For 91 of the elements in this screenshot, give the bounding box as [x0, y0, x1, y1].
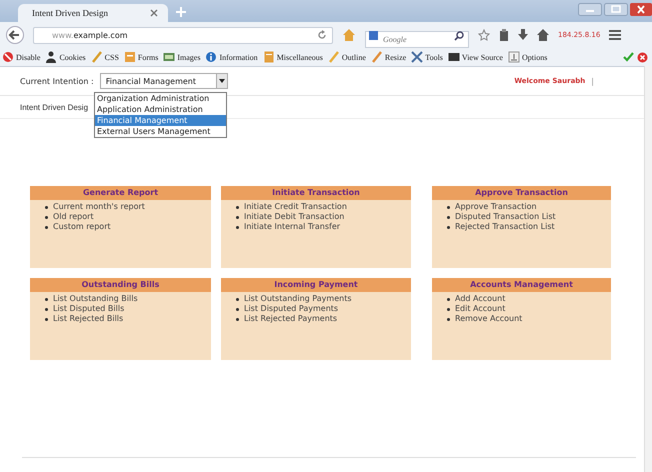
bullet-icon — [447, 318, 450, 320]
breadcrumb: Intent Driven Desig — [20, 102, 88, 112]
close-icon[interactable] — [630, 3, 652, 16]
pencil-icon — [370, 51, 383, 63]
close-icon[interactable] — [150, 9, 158, 17]
card-link[interactable]: List Rejected Payments — [244, 314, 338, 324]
toolbar-menu[interactable]: CSS — [90, 51, 119, 63]
bullet-icon — [236, 298, 239, 300]
pencil-icon — [328, 51, 340, 63]
card-title: Accounts Management — [432, 278, 611, 292]
card-link[interactable]: Add Account — [455, 294, 506, 304]
card-link[interactable]: Initiate Debit Transaction — [244, 212, 344, 222]
dropdown-option[interactable]: Financial Management — [95, 115, 226, 126]
dropdown-option[interactable]: External Users Management — [95, 126, 226, 137]
separator: | — [591, 76, 594, 86]
bullet-icon — [45, 318, 48, 320]
bullet-icon — [45, 308, 48, 310]
card-link[interactable]: Rejected Transaction List — [455, 222, 555, 232]
bullet-icon — [45, 298, 48, 300]
card-title: Initiate Transaction — [221, 186, 411, 200]
menu-icon[interactable] — [609, 30, 622, 40]
back-icon[interactable] — [6, 26, 24, 44]
bullet-icon — [45, 226, 48, 228]
intention-label: Current Intention : — [20, 76, 94, 86]
bullet-icon — [236, 318, 239, 320]
card-link[interactable]: List Disputed Payments — [244, 304, 338, 314]
bullet-icon — [447, 216, 450, 218]
card-link[interactable]: List Rejected Bills — [53, 314, 124, 324]
form-icon — [124, 51, 136, 63]
monitor-icon — [448, 51, 460, 63]
toolbar-menu[interactable]: Images — [163, 51, 200, 63]
address-field[interactable]: www.example.com — [33, 26, 333, 44]
prohibited-icon — [2, 51, 14, 63]
bullet-icon — [236, 206, 239, 208]
dropdown-option[interactable]: Application Administration — [95, 104, 226, 115]
card-link[interactable]: Remove Account — [455, 314, 522, 324]
card-link[interactable]: Approve Transaction — [455, 202, 537, 212]
reload-icon[interactable] — [317, 30, 327, 40]
toolbar-menu[interactable]: View Source — [448, 51, 503, 63]
toolbar-menu[interactable]: Outline — [328, 51, 366, 63]
toolbar-menu[interactable]: Options — [508, 51, 548, 63]
bullet-icon — [447, 226, 450, 228]
card-link[interactable]: Current month's report — [53, 202, 145, 212]
bullet-icon — [45, 216, 48, 218]
toolbar-menu[interactable]: Disable — [2, 51, 40, 63]
toolbar-menu[interactable]: Miscellaneous — [262, 51, 323, 63]
bullet-icon — [447, 206, 450, 208]
error-icon[interactable] — [637, 52, 648, 62]
card-link[interactable]: Initiate Internal Transfer — [244, 222, 340, 232]
card-link[interactable]: Edit Account — [455, 304, 506, 314]
caret-icon — [218, 79, 225, 83]
notepad-icon — [262, 51, 275, 63]
search-field[interactable]: Google — [365, 30, 469, 48]
pencil-icon — [90, 51, 103, 63]
card-title: Incoming Payment — [221, 278, 411, 292]
card-link[interactable]: List Disputed Bills — [53, 304, 124, 314]
bullet-icon — [447, 308, 450, 310]
clipboard-icon[interactable] — [499, 29, 509, 41]
toolbar-menu[interactable]: Forms — [124, 51, 158, 63]
card-link[interactable]: Initiate Credit Transaction — [244, 202, 347, 212]
restore-icon[interactable] — [604, 3, 628, 16]
dropdown-option[interactable]: Organization Administration — [95, 93, 226, 104]
card-link[interactable]: Old report — [53, 212, 94, 222]
search-icon[interactable] — [454, 30, 464, 40]
scrollbar[interactable] — [644, 66, 652, 472]
star-icon[interactable] — [478, 29, 490, 41]
bullet-icon — [236, 216, 239, 218]
card-link[interactable]: List Outstanding Bills — [53, 294, 138, 304]
toolbar-menu[interactable]: Resize — [370, 51, 406, 63]
minimize-icon[interactable] — [578, 3, 602, 16]
card-title: Generate Report — [30, 186, 211, 200]
person-icon — [45, 51, 58, 63]
toolbar-menu[interactable]: Information — [205, 51, 258, 63]
card-title: Outstanding Bills — [30, 278, 211, 292]
check-icon[interactable] — [623, 52, 634, 62]
bullet-icon — [45, 206, 48, 208]
intention-select[interactable]: Financial Management — [100, 73, 228, 89]
download-icon[interactable] — [518, 29, 528, 41]
bullet-icon — [236, 226, 239, 228]
search-engine-icon[interactable] — [369, 30, 378, 40]
toolbar-menu[interactable]: Tools — [411, 51, 443, 63]
card-title: Approve Transaction — [432, 186, 611, 200]
bullet-icon — [236, 308, 239, 310]
card-link[interactable]: Custom report — [53, 222, 111, 232]
info-icon — [205, 51, 218, 63]
image-icon — [163, 51, 176, 63]
card-link[interactable]: List Outstanding Payments — [244, 294, 352, 304]
bullet-icon — [447, 298, 450, 300]
card-link[interactable]: Disputed Transaction List — [455, 212, 556, 222]
browser-tab[interactable]: Intent Driven Design — [18, 4, 168, 22]
toolbar-menu[interactable]: Cookies — [45, 51, 86, 63]
